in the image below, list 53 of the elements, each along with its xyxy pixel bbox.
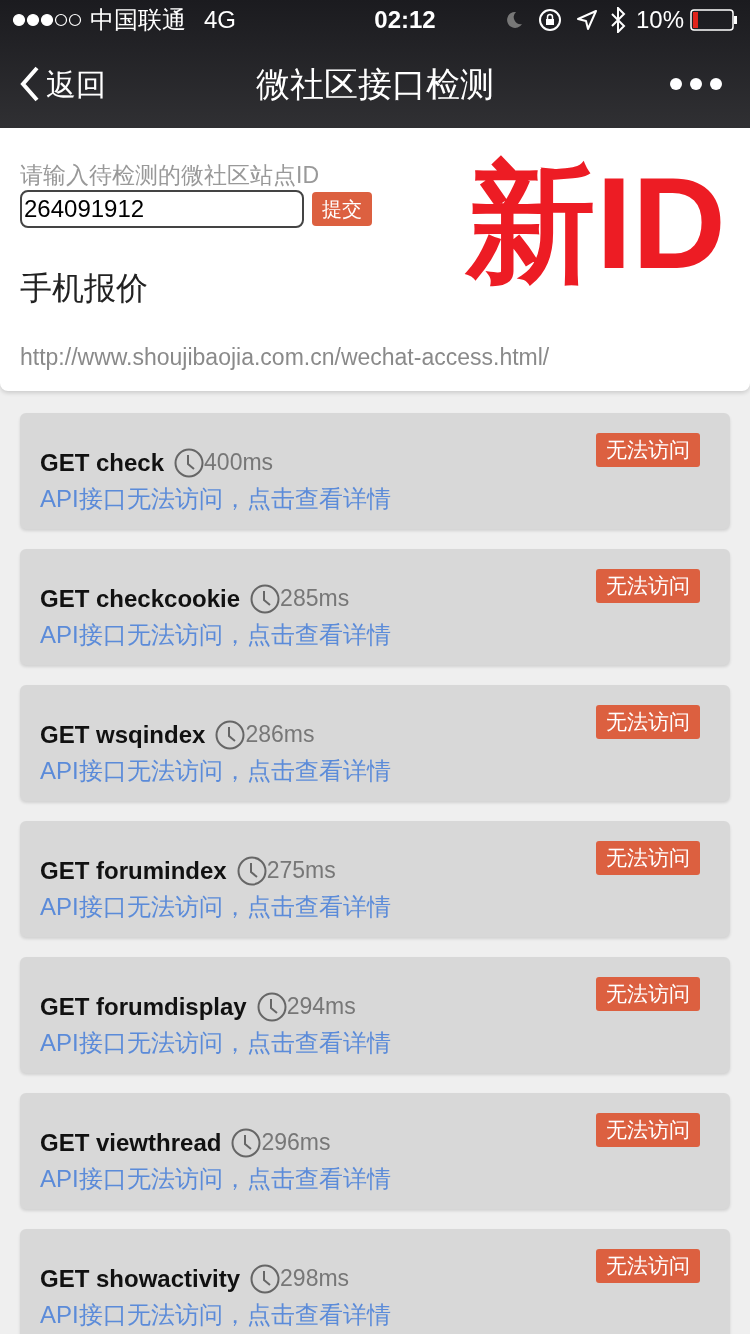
- response-time: 298ms: [280, 1264, 350, 1294]
- status-badge: 无法访问: [596, 840, 700, 875]
- location-arrow-icon: [575, 9, 598, 31]
- clock-icon: [256, 991, 287, 1022]
- endpoint-name: GET showactivity: [40, 1263, 241, 1294]
- response-time: 294ms: [286, 992, 356, 1022]
- clock-icon: [174, 447, 205, 478]
- status-badge: 无法访问: [596, 1112, 700, 1147]
- clock-icon: [250, 1263, 281, 1294]
- network-type: 4G: [204, 5, 236, 35]
- endpoint-name: GET viewthread: [40, 1127, 222, 1158]
- api-check-card[interactable]: GET wsqindex 286ms API接口无法访问，点击查看详情 无法访问: [20, 684, 730, 801]
- site-name: 手机报价: [20, 269, 149, 308]
- status-badge: 无法访问: [596, 976, 700, 1011]
- clock-icon: [215, 719, 246, 750]
- battery-percent: 10%: [635, 5, 684, 35]
- back-button[interactable]: 返回: [20, 61, 106, 107]
- api-check-card[interactable]: GET forumindex 275ms API接口无法访问，点击查看详情 无法访问: [20, 820, 730, 937]
- carrier-name: 中国联通: [90, 5, 186, 35]
- clock-time: 02:12: [374, 5, 436, 35]
- api-check-card[interactable]: GET check 400ms API接口无法访问，点击查看详情 无法访问: [20, 412, 730, 529]
- api-check-card[interactable]: GET checkcookie 285ms API接口无法访问，点击查看详情 无法访问: [20, 548, 730, 665]
- battery-icon: [690, 9, 738, 31]
- clock-icon: [236, 855, 267, 886]
- annotation-text: 新ID: [466, 149, 726, 298]
- clock-icon: [231, 1127, 262, 1158]
- endpoint-name: GET check: [40, 447, 165, 478]
- api-check-card[interactable]: GET showactivity 298ms API接口无法访问，点击查看详情 无法访问: [20, 1228, 730, 1334]
- bluetooth-icon: [609, 7, 626, 33]
- status-badge: 无法访问: [596, 568, 700, 603]
- endpoint-name: GET forumindex: [40, 855, 227, 886]
- response-time: 285ms: [280, 584, 350, 614]
- endpoint-name: GET checkcookie: [40, 583, 241, 614]
- status-badge: 无法访问: [596, 432, 700, 467]
- site-id-field[interactable]: 264091912: [20, 190, 304, 228]
- id-label: 请输入待检测的微社区站点ID: [20, 161, 320, 190]
- response-time: 400ms: [204, 448, 274, 478]
- submit-button[interactable]: 提交: [312, 192, 372, 226]
- response-time: 296ms: [261, 1128, 331, 1158]
- endpoint-name: GET forumdisplay: [40, 991, 247, 1022]
- clock-icon: [250, 583, 281, 614]
- rotation-lock-icon: [537, 8, 562, 32]
- response-time: 275ms: [266, 856, 336, 886]
- chevron-left-icon: [20, 66, 40, 102]
- api-check-card[interactable]: GET viewthread 296ms API接口无法访问，点击查看详情 无法访问: [20, 1092, 730, 1209]
- site-url: http://www.shoujibaojia.com.cn/wechat-access.html/: [20, 343, 550, 372]
- api-check-card[interactable]: GET forumdisplay 294ms API接口无法访问，点击查看详情 无法访问: [20, 956, 730, 1073]
- page-title: 微社区接口检测: [256, 63, 494, 105]
- status-badge: 无法访问: [596, 704, 700, 739]
- status-badge: 无法访问: [596, 1248, 700, 1283]
- response-time: 286ms: [245, 720, 315, 750]
- endpoint-name: GET wsqindex: [40, 719, 206, 750]
- signal-icon: [12, 13, 82, 27]
